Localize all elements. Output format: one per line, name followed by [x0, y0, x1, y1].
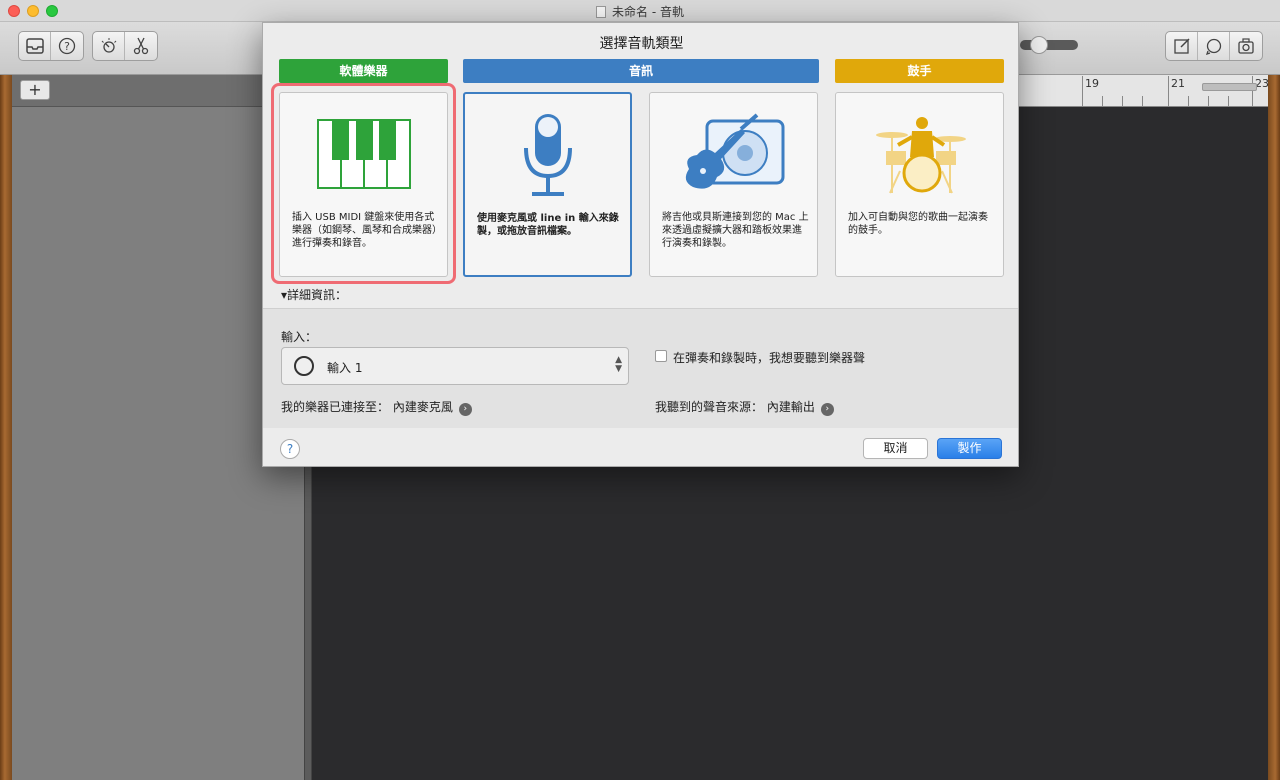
ruler-tick: [1102, 96, 1103, 106]
smart-controls-button[interactable]: [93, 32, 125, 60]
ruler-tick: [1142, 96, 1143, 106]
details-panel: 輸入： 輸入 1 ▲ ▼ 在彈奏和錄製時，我想要聽到樂器聲 我的樂器已連接至： 內…: [263, 308, 1018, 428]
selection-highlight: [271, 83, 456, 284]
category-drummer: 鼓手: [835, 59, 1004, 83]
ruler-bar-number: 19: [1085, 77, 1099, 90]
help-icon: ?: [58, 37, 76, 55]
smart-controls-icon: [101, 38, 116, 53]
wood-panel-right: [1268, 75, 1280, 780]
track-header-area: +: [12, 75, 304, 780]
new-track-dialog: 選擇音軌類型 軟體樂器 音訊 鼓手 插入 USB MIDI 鍵盤來使用各式樂器（…: [262, 22, 1019, 467]
chevron-right-icon[interactable]: ›: [458, 403, 472, 416]
chevron-up-down-icon: ▲ ▼: [615, 355, 622, 374]
quick-help-button[interactable]: ?: [51, 32, 83, 60]
notepad-button[interactable]: [1166, 32, 1198, 60]
toolbar-group-library: ?: [18, 31, 84, 61]
chevron-right-icon[interactable]: ›: [820, 403, 834, 416]
monitoring-label: 在彈奏和錄製時，我想要聽到樂器聲: [673, 351, 866, 365]
master-volume-track[interactable]: [1020, 40, 1078, 50]
window-title: 未命名 - 音軌: [612, 5, 684, 19]
svg-text:?: ?: [64, 40, 70, 53]
ruler-bar-number: 23: [1255, 77, 1269, 90]
drummer-icon: [875, 116, 966, 193]
ruler-tick: [1208, 96, 1209, 106]
drummer-description: 加入可自動與您的歌曲一起演奏的鼓手。: [848, 212, 988, 236]
help-button[interactable]: ?: [280, 439, 300, 459]
track-header-toolbar: +: [12, 75, 304, 107]
library-icon: [25, 38, 44, 54]
playhead-marker[interactable]: [1202, 83, 1257, 91]
media-browser-button[interactable]: [1230, 32, 1262, 60]
media-browser-icon: [1238, 38, 1254, 54]
card-icon-area: [650, 101, 817, 206]
input-label: 輸入：: [281, 330, 318, 344]
ruler-tick: [1082, 76, 1083, 106]
guitar-bass-card[interactable]: 將吉他或貝斯連接到您的 Mac 上來透過虛擬擴大器和踏板效果進行演奏和錄製。: [649, 92, 818, 277]
input-select[interactable]: 輸入 1 ▲ ▼: [281, 347, 629, 385]
microphone-card[interactable]: 使用麥克風或 line in 輸入來錄製，或拖放音訊檔案。: [463, 92, 632, 277]
ruler-tick: [1122, 96, 1123, 106]
card-icon-area: [836, 101, 1003, 206]
input-value: 輸入 1: [327, 361, 363, 375]
category-audio: 音訊: [463, 59, 819, 83]
toolbar-group-right: [1165, 31, 1263, 61]
loops-icon: [1205, 38, 1221, 55]
details-disclosure[interactable]: ▾詳細資訊：: [281, 286, 347, 303]
ruler-tick: [1252, 76, 1253, 106]
guitar-bass-description: 將吉他或貝斯連接到您的 Mac 上來透過虛擬擴大器和踏板效果進行演奏和錄製。: [662, 212, 809, 249]
input-circle-icon: [294, 356, 314, 376]
microphone-description: 使用麥克風或 line in 輸入來錄製，或拖放音訊檔案。: [477, 213, 619, 237]
editors-button[interactable]: [125, 32, 157, 60]
ruler-bar-number: 21: [1171, 77, 1185, 90]
dialog-title: 選擇音軌類型: [599, 36, 684, 52]
master-volume-knob[interactable]: [1030, 36, 1048, 54]
ruler-tick: [1188, 96, 1189, 106]
ruler-tick: [1228, 96, 1229, 106]
library-button[interactable]: [19, 32, 51, 60]
scissors-icon: [133, 37, 149, 55]
monitoring-checkbox[interactable]: [655, 350, 667, 362]
microphone-icon: [523, 113, 572, 196]
window-title-wrap: 未命名 - 音軌: [0, 3, 1280, 20]
category-software-instrument: 軟體樂器: [279, 59, 448, 83]
notepad-icon: [1173, 38, 1190, 54]
create-button[interactable]: 製作: [937, 438, 1002, 459]
toolbar-group-edit: [92, 31, 158, 61]
instrument-connected-text: 我的樂器已連接至： 內建麥克風: [281, 400, 453, 414]
card-icon-area: [465, 102, 630, 207]
drummer-card[interactable]: 加入可自動與您的歌曲一起演奏的鼓手。: [835, 92, 1004, 277]
document-icon: [596, 6, 607, 18]
guitar-amp-icon: [685, 112, 784, 189]
add-track-button[interactable]: +: [20, 80, 50, 100]
ruler-tick: [1168, 76, 1169, 106]
output-source-text: 我聽到的聲音來源： 內建輸出: [655, 400, 815, 414]
garageband-window: 未命名 - 音軌 ? + 19 21 23 選擇音軌類型 軟體樂器 音訊 鼓手 …: [0, 0, 1280, 780]
output-source-row: 我聽到的聲音來源： 內建輸出 ›: [655, 398, 834, 416]
loops-button[interactable]: [1198, 32, 1230, 60]
instrument-connected-row: 我的樂器已連接至： 內建麥克風 ›: [281, 398, 472, 416]
title-bar: 未命名 - 音軌: [0, 0, 1280, 22]
cancel-button[interactable]: 取消: [863, 438, 928, 459]
wood-panel-left: [0, 75, 12, 780]
